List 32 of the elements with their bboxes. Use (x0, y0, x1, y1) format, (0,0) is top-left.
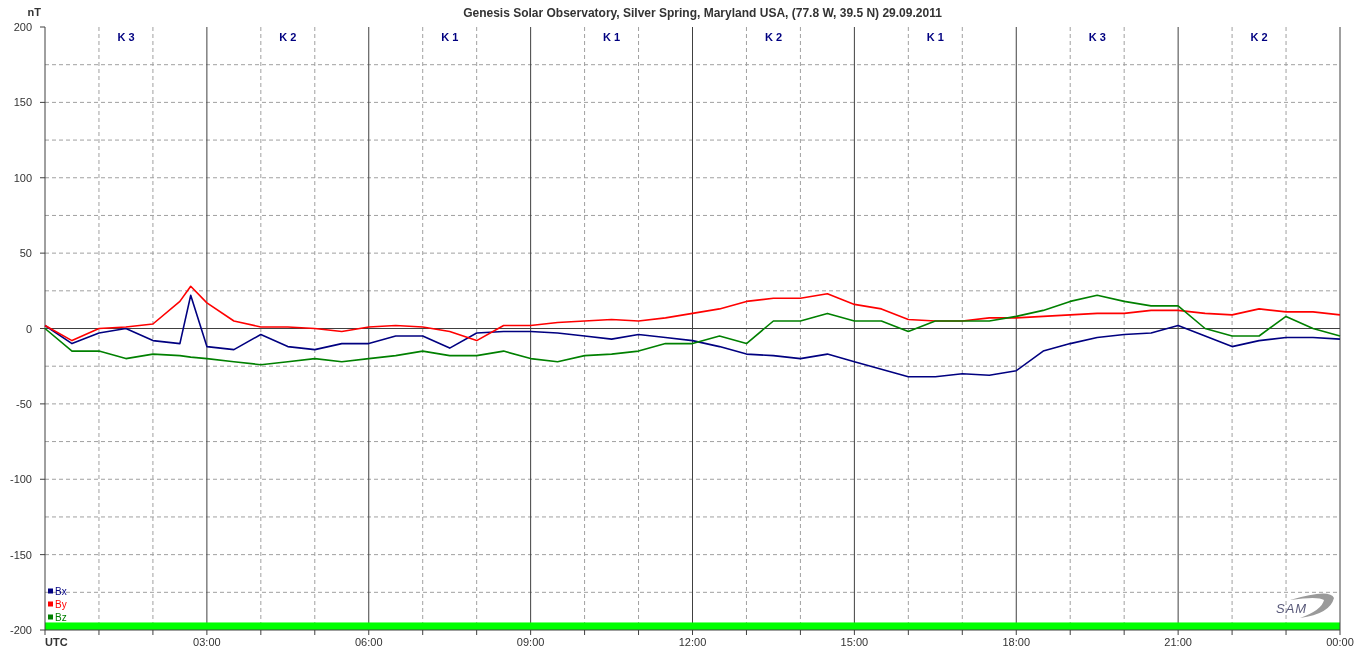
y-axis-label: -200 (9, 624, 32, 636)
y-axis-label: -50 (16, 397, 32, 410)
x-axis-label: UTC (45, 636, 68, 648)
y-axis-label: 0 (25, 322, 32, 335)
x-axis-label: 06:00 (355, 636, 383, 648)
k-index-label: K 2 (764, 31, 782, 43)
y-axis-unit: nT (27, 6, 41, 18)
x-axis-label: 18:00 (1002, 636, 1030, 648)
k-index-label: K 2 (279, 31, 297, 43)
y-axis-label: 100 (13, 171, 32, 184)
k-index-label: K 3 (1088, 31, 1106, 43)
y-axis-label: 150 (13, 96, 32, 109)
legend-label: Bx (55, 586, 67, 597)
k-index-label: K 3 (117, 31, 135, 43)
k-index-label: K 1 (926, 31, 944, 43)
x-axis-label: 12:00 (678, 636, 707, 648)
y-axis-label: 50 (19, 247, 32, 260)
chart-title: Genesis Solar Observatory, Silver Spring, Maryland USA, (77.8 W, 39.5 N) 29.09.2011 (463, 6, 942, 20)
x-axis-label: 03:00 (193, 636, 221, 648)
k-index-label: K 2 (1250, 31, 1268, 43)
x-axis-label: 00:00 (1326, 636, 1354, 648)
y-axis-label: 200 (13, 21, 32, 33)
legend-label: By (55, 599, 67, 610)
x-axis-label: 09:00 (516, 636, 545, 648)
k-index-label: K 1 (603, 31, 621, 43)
logo-drawing: SAM (1276, 593, 1334, 618)
x-axis-label: 15:00 (840, 636, 869, 648)
k-index-label: K 1 (441, 31, 459, 43)
y-axis-label: -100 (9, 473, 32, 486)
x-axis-label: 21:00 (1164, 636, 1192, 648)
y-axis-label: -150 (9, 548, 32, 561)
legend-label: Bz (55, 612, 67, 623)
